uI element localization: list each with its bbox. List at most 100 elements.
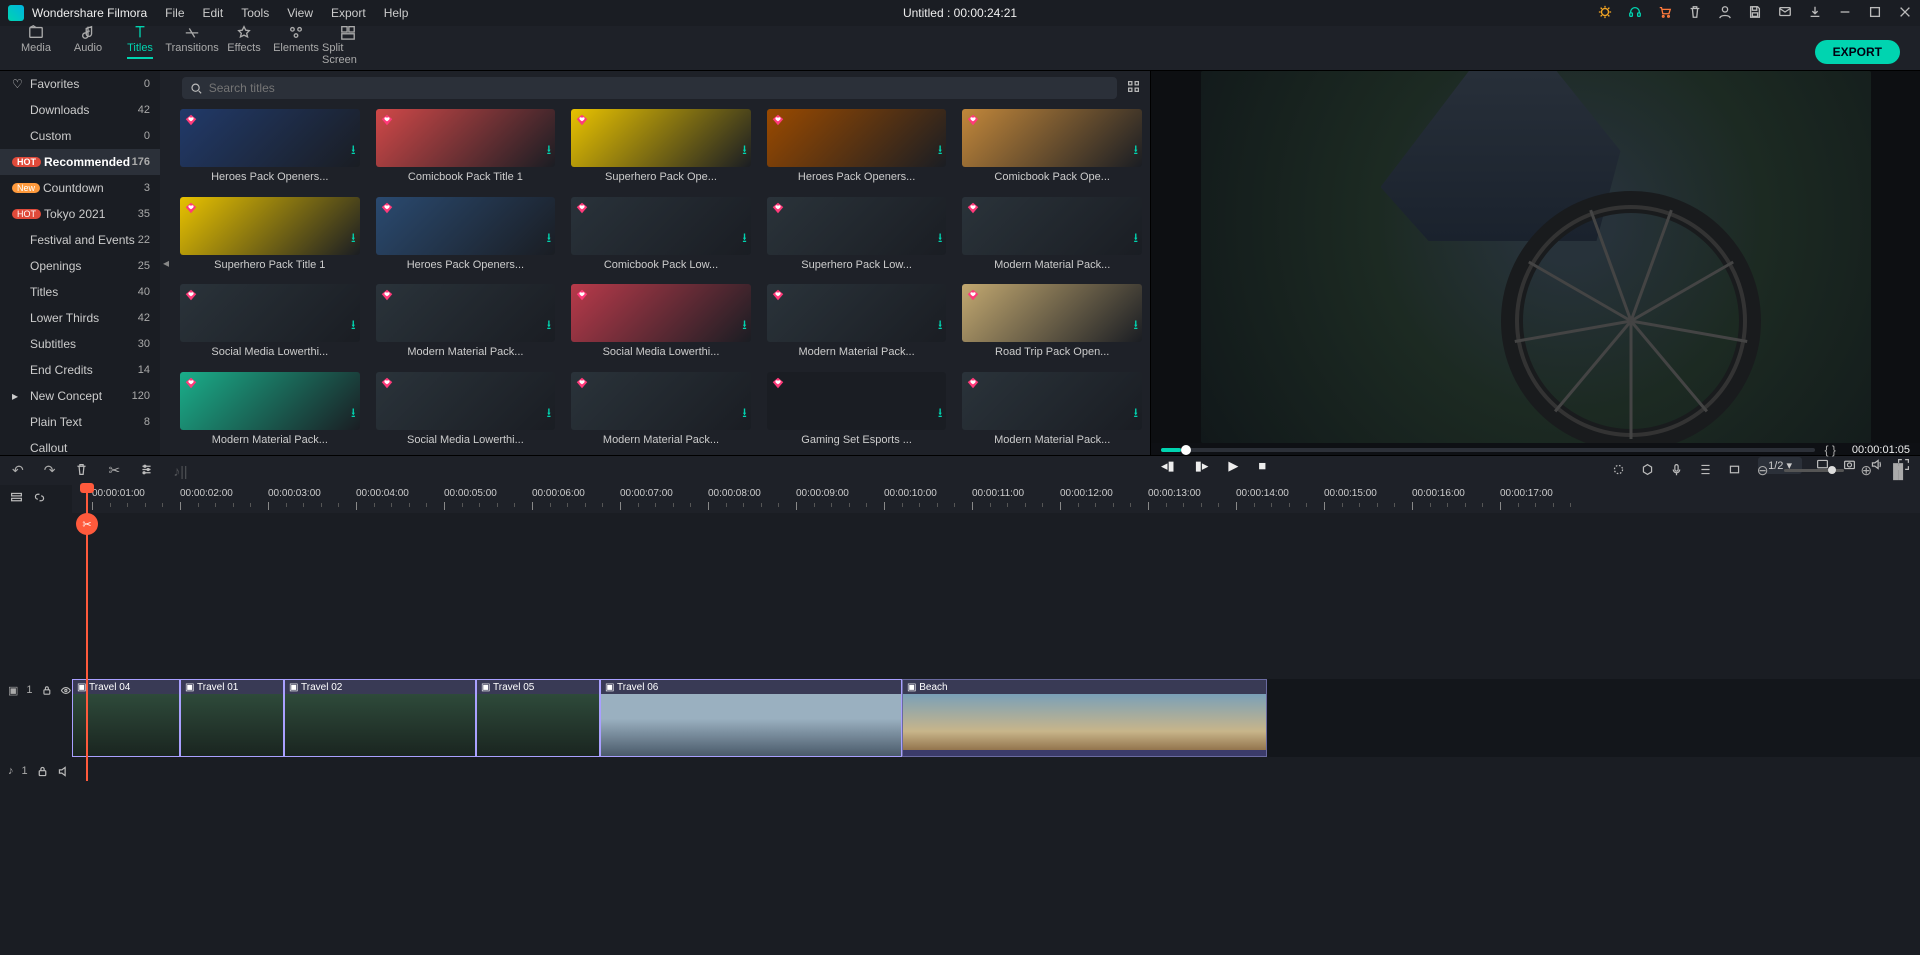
sidebar-item-recommended[interactable]: HOTRecommended176	[0, 149, 160, 175]
sidebar-item-lower-thirds[interactable]: Lower Thirds42	[0, 305, 160, 331]
sidebar-item-custom[interactable]: Custom0	[0, 123, 160, 149]
mark-brackets[interactable]: { }	[1825, 443, 1836, 457]
audio-track-header[interactable]: ♪1	[0, 761, 72, 781]
title-thumb[interactable]: ⭳Superhero Pack Low...	[767, 197, 947, 277]
step-fwd-button[interactable]: ▮▸	[1195, 458, 1209, 474]
tip-icon[interactable]	[1598, 5, 1612, 22]
menu-view[interactable]: View	[287, 6, 313, 20]
title-thumb[interactable]: ⭳Comicbook Pack Low...	[571, 197, 751, 277]
step-back-button[interactable]: ◂▮	[1161, 458, 1175, 474]
sidebar-item-plain-text[interactable]: Plain Text8	[0, 409, 160, 435]
title-thumb[interactable]: ⭳Comicbook Pack Title 1	[376, 109, 556, 189]
sidebar-item-tokyo-2021[interactable]: HOTTokyo 202135	[0, 201, 160, 227]
clip[interactable]: ▣ Travel 06	[600, 679, 902, 757]
title-thumb[interactable]: ⭳Superhero Pack Ope...	[571, 109, 751, 189]
title-thumb[interactable]: ⭳Modern Material Pack...	[180, 372, 360, 452]
menu-help[interactable]: Help	[384, 6, 409, 20]
title-thumb[interactable]: ⭳Modern Material Pack...	[571, 372, 751, 452]
video-track[interactable]: ▣ Travel 04▣ Travel 01▣ Travel 02▣ Trave…	[72, 679, 1920, 757]
tab-elements[interactable]: Elements	[270, 24, 322, 70]
mute-icon[interactable]	[57, 765, 70, 778]
menu-file[interactable]: File	[165, 6, 184, 20]
zoom-in-button[interactable]: ⊕	[1860, 462, 1872, 479]
title-thumb[interactable]: ⭳Comicbook Pack Ope...	[962, 109, 1142, 189]
title-thumb[interactable]: ⭳Modern Material Pack...	[962, 197, 1142, 277]
frame-icon[interactable]	[1728, 463, 1741, 479]
grid-view-toggle[interactable]	[1127, 80, 1140, 96]
title-thumb[interactable]: ⭳Gaming Set Esports ...	[767, 372, 947, 452]
title-thumb[interactable]: ⭳Social Media Lowerthi...	[376, 372, 556, 452]
lock-icon[interactable]	[41, 684, 53, 697]
menu-tools[interactable]: Tools	[241, 6, 269, 20]
clip[interactable]: ▣ Travel 02	[284, 679, 476, 757]
manage-tracks-icon[interactable]	[10, 491, 23, 507]
video-track-header[interactable]: ▣1	[0, 680, 72, 700]
render-icon[interactable]	[1612, 463, 1625, 479]
title-thumb[interactable]: ⭳Heroes Pack Openers...	[767, 109, 947, 189]
tab-transitions[interactable]: Transitions	[166, 24, 218, 70]
search-input[interactable]	[209, 81, 1109, 95]
message-icon[interactable]	[1778, 5, 1792, 22]
title-thumb[interactable]: ⭳Social Media Lowerthi...	[571, 284, 751, 364]
time-ruler[interactable]: 00:00:01:0000:00:02:0000:00:03:0000:00:0…	[72, 485, 1920, 513]
edit-settings-button[interactable]	[140, 463, 153, 479]
title-thumb[interactable]: ⭳Superhero Pack Title 1	[180, 197, 360, 277]
sidebar-collapse-handle[interactable]: ◂	[160, 71, 172, 455]
tab-audio[interactable]: Audio	[62, 24, 114, 70]
sidebar-item-callout[interactable]: Callout	[0, 435, 160, 455]
account-icon[interactable]	[1718, 5, 1732, 22]
timeline[interactable]: ▣1 ♪1 00:00:01:0000:00:02:0000:00:03:000…	[0, 485, 1920, 781]
preview-seek-slider[interactable]	[1161, 448, 1815, 452]
title-thumb[interactable]: ⭳Heroes Pack Openers...	[376, 197, 556, 277]
headphones-icon[interactable]	[1628, 5, 1642, 22]
title-thumb[interactable]: ⭳Modern Material Pack...	[767, 284, 947, 364]
sidebar-item-festival-and-events[interactable]: Festival and Events22	[0, 227, 160, 253]
title-thumb[interactable]: ⭳Social Media Lowerthi...	[180, 284, 360, 364]
close-icon[interactable]	[1898, 5, 1912, 22]
split-button[interactable]: ✂	[108, 462, 120, 479]
zoom-fit-button[interactable]: ▐▌	[1888, 463, 1908, 479]
sidebar-item-favorites[interactable]: ♡Favorites0	[0, 71, 160, 97]
lock-icon[interactable]	[36, 765, 49, 778]
sidebar-item-downloads[interactable]: Downloads42	[0, 97, 160, 123]
redo-button[interactable]: ↷	[44, 462, 56, 479]
link-icon[interactable]	[33, 491, 46, 507]
sidebar-item-subtitles[interactable]: Subtitles30	[0, 331, 160, 357]
delete-button[interactable]	[75, 463, 88, 479]
title-thumb[interactable]: ⭳Heroes Pack Openers...	[180, 109, 360, 189]
menu-edit[interactable]: Edit	[203, 6, 224, 20]
minimize-icon[interactable]	[1838, 5, 1852, 22]
trash-icon[interactable]	[1688, 5, 1702, 22]
sidebar-item-new-concept[interactable]: ▸New Concept120	[0, 383, 160, 409]
title-thumb[interactable]: ⭳Modern Material Pack...	[376, 284, 556, 364]
clip[interactable]: ▣ Beach	[902, 679, 1267, 757]
tab-titles[interactable]: Titles	[114, 24, 166, 70]
download-icon[interactable]	[1808, 5, 1822, 22]
clip[interactable]: ▣ Travel 01	[180, 679, 284, 757]
save-icon[interactable]	[1748, 5, 1762, 22]
preview-canvas[interactable]	[1201, 71, 1871, 443]
sidebar-item-openings[interactable]: Openings25	[0, 253, 160, 279]
zoom-slider[interactable]	[1784, 469, 1844, 472]
scissor-icon[interactable]: ✂	[76, 513, 98, 535]
menu-export[interactable]: Export	[331, 6, 366, 20]
tab-media[interactable]: Media	[10, 24, 62, 70]
tab-effects[interactable]: Effects	[218, 24, 270, 70]
undo-button[interactable]: ↶	[12, 462, 24, 479]
record-vo-icon[interactable]	[1670, 463, 1683, 479]
sidebar-item-end-credits[interactable]: End Credits14	[0, 357, 160, 383]
tab-split-screen[interactable]: Split Screen	[322, 24, 374, 70]
export-button[interactable]: EXPORT	[1815, 40, 1900, 64]
maximize-icon[interactable]	[1868, 5, 1882, 22]
play-button[interactable]: ▶	[1228, 458, 1238, 474]
playhead[interactable]: ✂	[86, 485, 88, 781]
sidebar-item-countdown[interactable]: NewCountdown3	[0, 175, 160, 201]
clip[interactable]: ▣ Travel 05	[476, 679, 600, 757]
sidebar-item-titles[interactable]: Titles40	[0, 279, 160, 305]
title-thumb[interactable]: ⭳Road Trip Pack Open...	[962, 284, 1142, 364]
eye-icon[interactable]	[60, 684, 72, 697]
mixer-icon[interactable]	[1699, 463, 1712, 479]
zoom-out-button[interactable]: ⊖	[1757, 462, 1769, 479]
cart-icon[interactable]	[1658, 5, 1672, 22]
marker-icon[interactable]	[1641, 463, 1654, 479]
